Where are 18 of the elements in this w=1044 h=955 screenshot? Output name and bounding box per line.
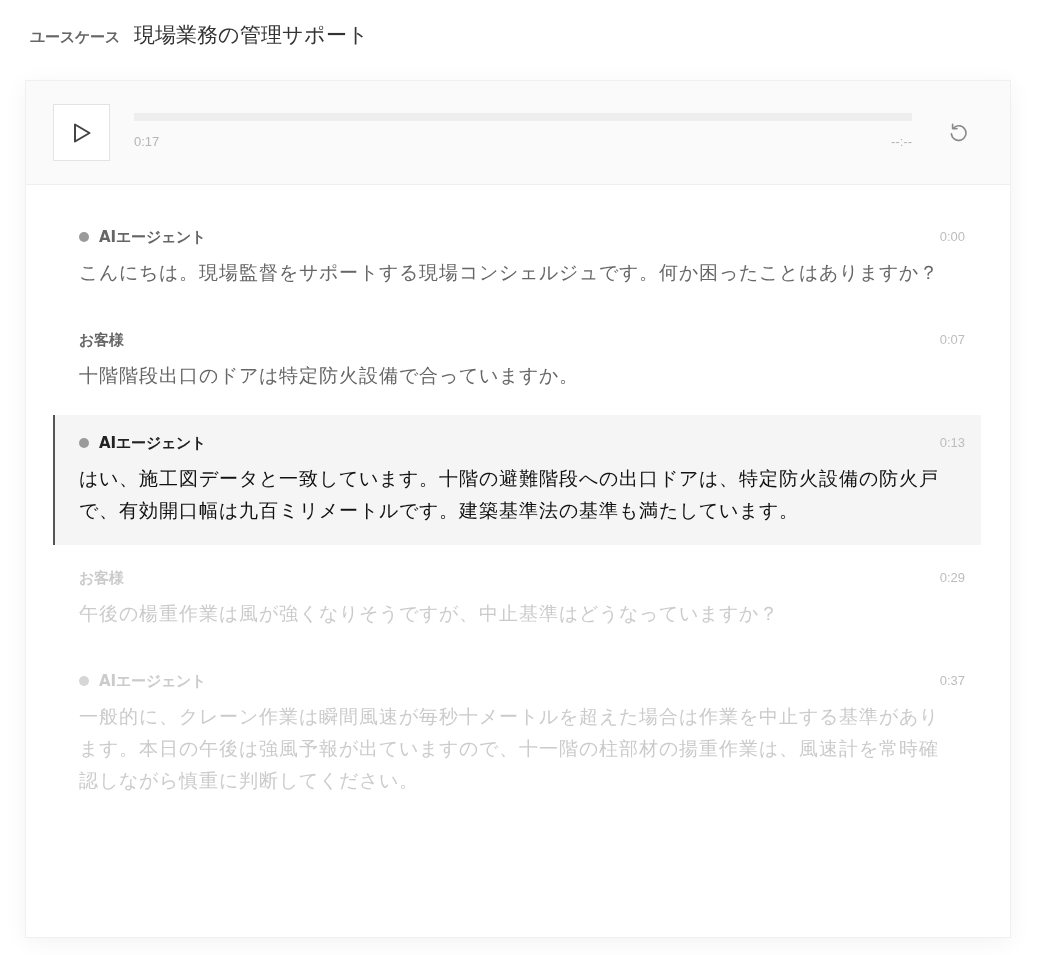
timestamp: 0:00 bbox=[939, 229, 965, 245]
speaker-label: お客様 bbox=[79, 330, 124, 350]
duration-time: --:-- bbox=[891, 134, 912, 150]
speaker-label: AIエージェント bbox=[99, 433, 207, 453]
play-button[interactable] bbox=[53, 104, 110, 161]
current-time: 0:17 bbox=[134, 134, 160, 150]
timestamp: 0:13 bbox=[939, 435, 965, 451]
timestamp: 0:37 bbox=[939, 673, 965, 689]
page-title: 現場業務の管理サポート bbox=[134, 22, 369, 49]
message-text: 十階階段出口のドアは特定防火設備で合っていますか。 bbox=[79, 363, 580, 388]
message-text: はい、施工図データと一致しています。十階の避難階段への出口ドアは、特定防火設備の防火戸で、有効開口幅は九百ミリメートルです。建築基準法の基準も満たしています。 bbox=[79, 466, 940, 523]
speaker-label: AIエージェント bbox=[99, 227, 207, 247]
timestamp: 0:07 bbox=[939, 332, 965, 348]
play-icon bbox=[72, 122, 91, 143]
circular-arrow-icon bbox=[948, 123, 968, 142]
message-text: こんにちは。現場監督をサポートする現場コンシェルジュです。何か困ったことはありますか？ bbox=[79, 260, 940, 285]
timestamp: 0:29 bbox=[939, 570, 965, 586]
section-label: ユースケース bbox=[30, 27, 120, 48]
